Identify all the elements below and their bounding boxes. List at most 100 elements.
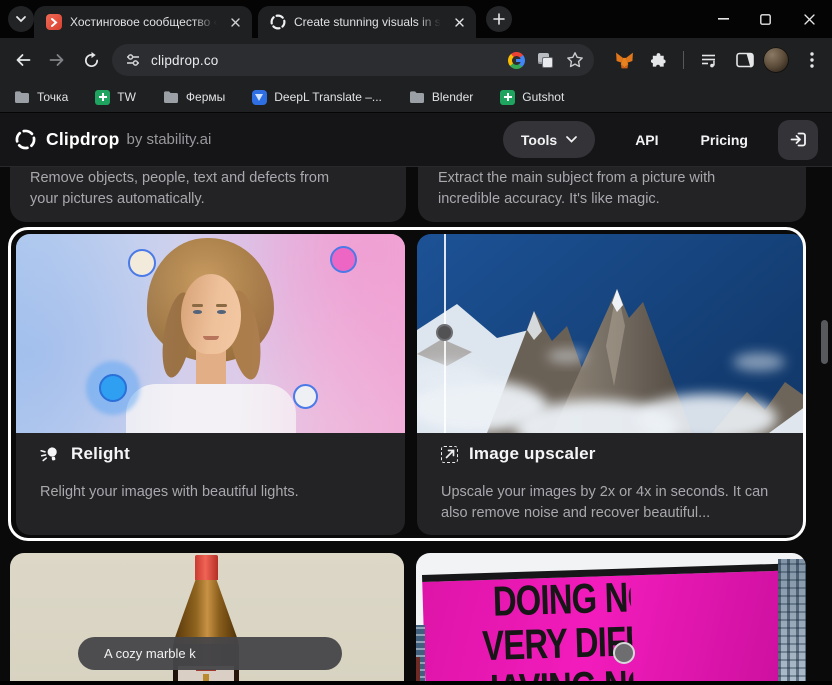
maximize-icon: [759, 13, 771, 25]
bookmark-deepl[interactable]: DeepL Translate –...: [252, 89, 382, 105]
address-bar[interactable]: clipdrop.co: [112, 44, 594, 76]
brand-name: Clipdrop: [46, 129, 120, 149]
minimize-icon: [717, 18, 729, 20]
toolbar-divider: [683, 51, 684, 69]
metamask-extension-button[interactable]: [612, 48, 636, 72]
tab-close-icon[interactable]: [450, 13, 468, 31]
folder-icon: [409, 90, 425, 104]
page-content: Remove objects, people, text and defects…: [0, 167, 832, 685]
bookmark-tw[interactable]: TW: [95, 89, 136, 105]
browser-toolbar: clipdrop.co: [0, 38, 832, 82]
tab-strip: Хостинговое сообщество «Ti Create stunni…: [0, 0, 832, 38]
tab-title: Create stunning visuals in seco: [294, 15, 444, 29]
metamask-fox-icon: [615, 52, 634, 69]
back-arrow-icon: [14, 51, 32, 69]
nav-pricing-link[interactable]: Pricing: [701, 132, 748, 148]
bookmark-label: TW: [117, 90, 136, 104]
bottle-cap: [195, 555, 218, 580]
reload-button[interactable]: [79, 48, 103, 72]
clipdrop-logo-icon: [14, 128, 37, 151]
text-to-image-card[interactable]: A cozy marble k: [10, 553, 404, 685]
tab-hosting-community[interactable]: Хостинговое сообщество «Ti: [34, 6, 252, 38]
upscaler-demo-image: [417, 234, 806, 433]
tab-title: Хостинговое сообщество «Ti: [70, 15, 220, 29]
folder-icon: [14, 90, 30, 104]
browser-menu-button[interactable]: [800, 48, 824, 72]
tools-dropdown-button[interactable]: Tools: [502, 121, 596, 158]
light-point-cream: [128, 249, 156, 277]
timeweb-favicon-icon: [46, 14, 62, 30]
chevron-down-icon: [566, 136, 578, 143]
window-minimize-button[interactable]: [700, 0, 746, 38]
relight-description: Relight your images with beautiful light…: [40, 484, 299, 500]
window-frame-bottom: [0, 681, 832, 685]
puzzle-icon: [650, 52, 667, 69]
relight-card[interactable]: Relight Relight your images with beautif…: [16, 234, 405, 535]
relight-title: Relight: [71, 444, 131, 463]
light-point-white: [293, 384, 318, 409]
mountain-scene: [417, 234, 806, 433]
playlist-music-icon: [700, 52, 717, 69]
reload-icon: [83, 51, 100, 69]
sign-in-button[interactable]: [778, 119, 818, 160]
bookmark-label: Gutshot: [522, 90, 565, 104]
light-point-pink: [330, 246, 357, 273]
translate-icon[interactable]: [538, 52, 553, 68]
bookmark-star-icon[interactable]: [566, 51, 584, 69]
url-text[interactable]: clipdrop.co: [151, 53, 219, 68]
cleanup-description: Remove objects, people, text and defects…: [30, 170, 330, 207]
browser-window: Хостинговое сообщество «Ti Create stunni…: [0, 0, 832, 685]
billboard-demo-card[interactable]: DOING NO VERY DIFFE HAVING NO: [416, 553, 806, 685]
bookmark-folder-blender[interactable]: Blender: [409, 90, 473, 104]
bookmark-folder-tochka[interactable]: Точка: [14, 90, 68, 104]
prompt-input-pill: A cozy marble k: [78, 637, 342, 670]
image-upscaler-card[interactable]: Image upscaler Upscale your images by 2x…: [417, 234, 806, 535]
tab-close-icon[interactable]: [226, 13, 244, 31]
window-close-button[interactable]: [786, 0, 832, 38]
profile-avatar[interactable]: [763, 47, 789, 73]
plus-icon: [493, 13, 505, 25]
tab-clipdrop-active[interactable]: Create stunning visuals in seco: [258, 6, 476, 38]
billboard-text-block: DOING NO VERY DIFFE HAVING NO: [480, 575, 634, 685]
tab-search-button[interactable]: [8, 6, 34, 32]
window-maximize-button[interactable]: [742, 0, 788, 38]
remove-background-description: Extract the main subject from a picture …: [438, 170, 716, 207]
bookmark-label: Blender: [431, 90, 474, 104]
upscale-icon: [441, 445, 458, 463]
clipdrop-favicon-icon: [270, 14, 286, 30]
relight-bulb-icon: [38, 442, 62, 466]
side-panel-button[interactable]: [733, 48, 757, 72]
clipdrop-logo[interactable]: Clipdrop by stability.ai: [14, 128, 211, 151]
media-control-button[interactable]: [696, 48, 720, 72]
green-plus-icon: [500, 89, 516, 105]
close-icon: [803, 13, 815, 25]
upscaler-description: Upscale your images by 2x or 4x in secon…: [441, 484, 769, 521]
sign-in-icon: [789, 130, 808, 149]
nav-api-link[interactable]: API: [635, 132, 658, 148]
bookmark-label: Точка: [37, 90, 69, 104]
page-scrollbar-thumb[interactable]: [821, 320, 828, 364]
extensions-button[interactable]: [646, 48, 670, 72]
cleanup-cursor-handle: [613, 642, 635, 664]
bookmark-label: DeepL Translate –...: [274, 90, 382, 104]
forward-button[interactable]: [45, 48, 69, 72]
bookmark-folder-fermy[interactable]: Фермы: [163, 90, 225, 104]
google-icon[interactable]: [508, 51, 525, 69]
billboard-line: VERY DIFFE: [481, 616, 634, 670]
cleanup-card[interactable]: Remove objects, people, text and defects…: [10, 167, 406, 222]
site-settings-icon[interactable]: [125, 52, 141, 68]
building-right: [778, 559, 806, 685]
folder-icon: [163, 90, 179, 104]
header-nav: Tools API Pricing: [502, 113, 818, 166]
prompt-text: A cozy marble k: [104, 646, 196, 661]
new-tab-button[interactable]: [486, 6, 512, 32]
compare-slider-handle: [436, 324, 453, 341]
remove-background-card[interactable]: Extract the main subject from a picture …: [418, 167, 806, 222]
side-panel-icon: [736, 52, 754, 68]
green-plus-icon: [95, 89, 111, 105]
tools-label: Tools: [520, 131, 558, 148]
back-button[interactable]: [11, 48, 35, 72]
bookmark-gutshot[interactable]: Gutshot: [500, 89, 565, 105]
clipdrop-header: Clipdrop by stability.ai Tools API Prici…: [0, 112, 832, 167]
upscaler-title: Image upscaler: [469, 444, 596, 463]
